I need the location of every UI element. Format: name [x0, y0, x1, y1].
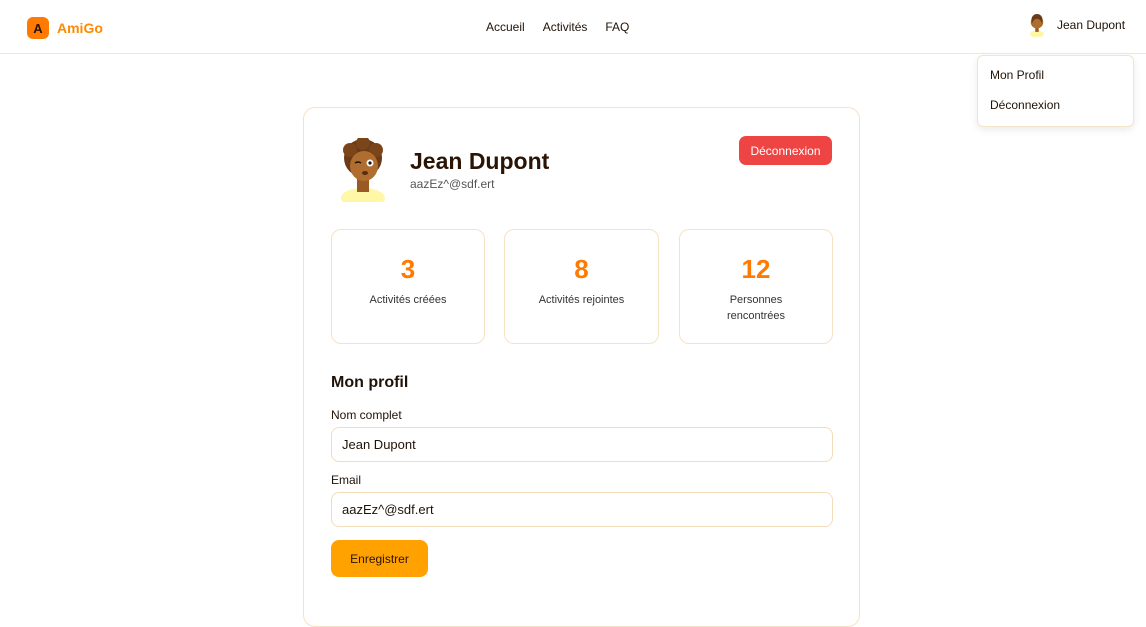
avatar-icon	[341, 138, 385, 202]
nav-link-accueil[interactable]: Accueil	[486, 20, 525, 34]
brand-name: AmiGo	[57, 20, 103, 36]
stat-card-activities-joined: 8 Activités rejointes	[504, 229, 659, 344]
dropdown-item-deconnexion[interactable]: Déconnexion	[990, 98, 1060, 112]
nav-link-faq[interactable]: FAQ	[605, 20, 629, 34]
logo-icon: A	[27, 17, 49, 39]
section-title: Mon profil	[331, 374, 409, 391]
name-field[interactable]	[331, 427, 833, 462]
email-label: Email	[331, 473, 362, 487]
save-button[interactable]: Enregistrer	[331, 540, 428, 577]
stat-value: 3	[400, 254, 416, 284]
profile-name: Jean Dupont	[410, 148, 550, 174]
user-dropdown: Mon Profil Déconnexion	[977, 55, 1134, 127]
stat-label: Activités rejointes	[538, 294, 625, 306]
profile-email: aazEz^@sdf.ert	[410, 177, 495, 191]
profile-card: Jean Dupont aazEz^@sdf.ert Déconnexion 3…	[303, 107, 860, 627]
brand-logo[interactable]: A AmiGo	[27, 17, 103, 39]
email-field[interactable]	[331, 492, 833, 527]
stat-value: 12	[741, 254, 771, 284]
avatar-icon	[1030, 13, 1044, 37]
nav-link-activites[interactable]: Activités	[543, 20, 588, 34]
stat-value: 8	[574, 254, 589, 284]
stat-label: Personnes rencontrées	[726, 294, 786, 322]
logout-button[interactable]: Déconnexion	[739, 136, 832, 165]
dropdown-item-mon-profil[interactable]: Mon Profil	[990, 68, 1044, 82]
name-label: Nom complet	[331, 408, 402, 422]
main-nav: Accueil Activités FAQ	[486, 20, 647, 34]
navbar: A AmiGo Accueil Activités FAQ Jean Dupon…	[0, 0, 1146, 54]
stat-card-people-met: 12 Personnes rencontrées	[679, 229, 833, 344]
user-name: Jean Dupont	[1057, 18, 1126, 32]
user-menu-toggle[interactable]: Jean Dupont	[1027, 13, 1125, 37]
stat-card-activities-created: 3 Activités créées	[331, 229, 485, 344]
stat-label: Activités créées	[369, 294, 447, 306]
